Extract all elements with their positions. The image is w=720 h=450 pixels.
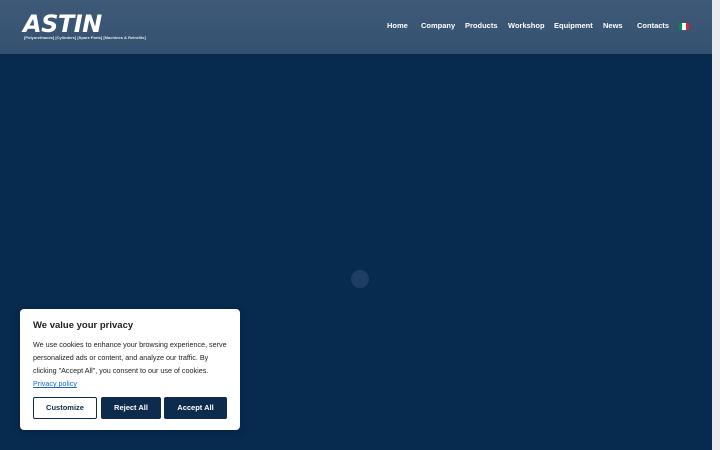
logo-wordmark: ASTIN bbox=[23, 10, 102, 38]
astin-logo[interactable]: ASTIN [Polyurethanes] [Cylinders] [Spare… bbox=[23, 10, 146, 43]
cookie-title: We value your privacy bbox=[33, 320, 134, 331]
loading-spinner-icon bbox=[351, 270, 369, 288]
accept-all-button[interactable]: Accept All bbox=[164, 397, 227, 419]
nav-home[interactable]: Home bbox=[387, 21, 408, 30]
cookie-body-text: We use cookies to enhance your browsing … bbox=[33, 340, 227, 375]
nav-equipment[interactable]: Equipment bbox=[554, 21, 593, 30]
privacy-policy-link[interactable]: Privacy policy bbox=[33, 379, 77, 388]
nav-products[interactable]: Products bbox=[465, 21, 498, 30]
nav-company[interactable]: Company bbox=[421, 21, 455, 30]
italian-flag-icon[interactable] bbox=[679, 23, 689, 30]
scrollbar[interactable] bbox=[712, 0, 720, 450]
reject-all-button[interactable]: Reject All bbox=[101, 397, 161, 419]
cookie-consent-banner: We value your privacy We use cookies to … bbox=[20, 309, 240, 430]
customize-button[interactable]: Customize bbox=[33, 397, 97, 419]
site-header: ASTIN [Polyurethanes] [Cylinders] [Spare… bbox=[0, 0, 712, 54]
nav-workshop[interactable]: Workshop bbox=[508, 21, 545, 30]
logo-tagline: [Polyurethanes] [Cylinders] [Spare Parts… bbox=[24, 35, 146, 40]
nav-news[interactable]: News bbox=[603, 21, 623, 30]
nav-contacts[interactable]: Contacts bbox=[637, 21, 669, 30]
cookie-description: We use cookies to enhance your browsing … bbox=[33, 338, 229, 390]
